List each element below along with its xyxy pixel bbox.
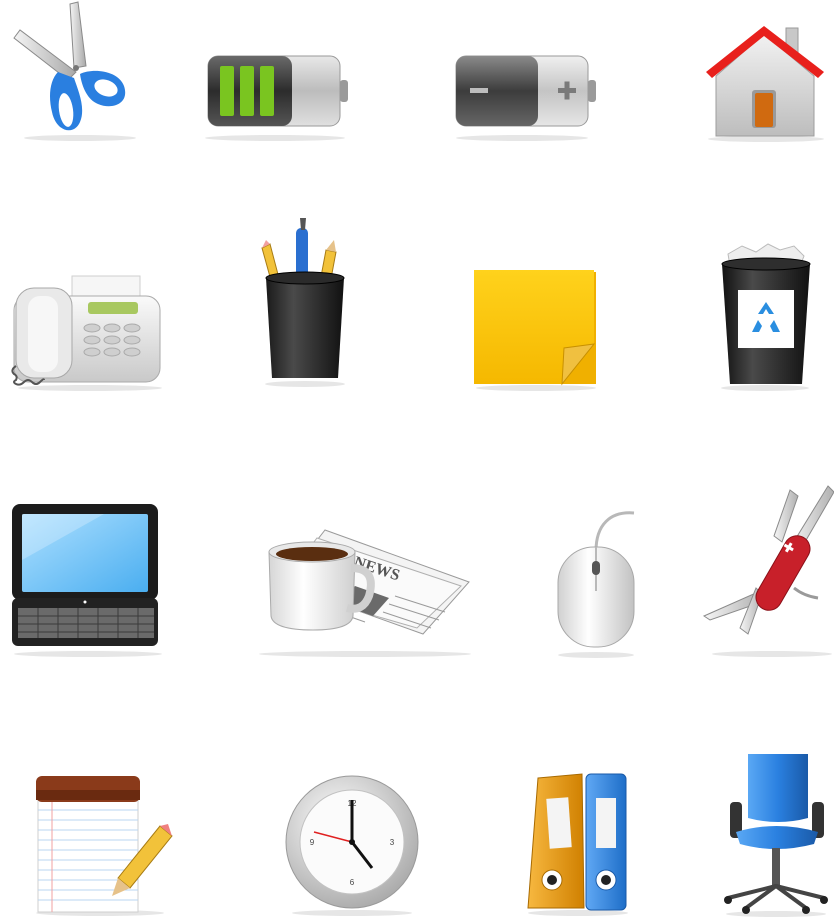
sticky-note-icon [470,268,602,393]
clock-label-9: 9 [310,838,315,847]
pencil-cup-icon [250,218,360,390]
fax-machine-icon [0,270,165,395]
pocket-knife-icon [700,484,834,660]
coffee-newspaper-icon: NEWS [255,524,475,659]
notepad-pencil-icon [30,770,180,918]
home-icon [700,20,834,145]
clock-label-3: 3 [390,838,395,847]
clock-icon: 12 3 6 9 [280,772,425,918]
scissors-icon [0,0,150,150]
recycle-bin-icon [712,243,818,394]
office-chair-icon [718,748,834,918]
mouse-icon [552,505,642,660]
binders-icon [522,768,632,918]
laptop-icon [8,500,166,660]
battery-icon [452,40,602,141]
clock-label-6: 6 [350,878,355,887]
battery-charging-icon [200,40,350,141]
